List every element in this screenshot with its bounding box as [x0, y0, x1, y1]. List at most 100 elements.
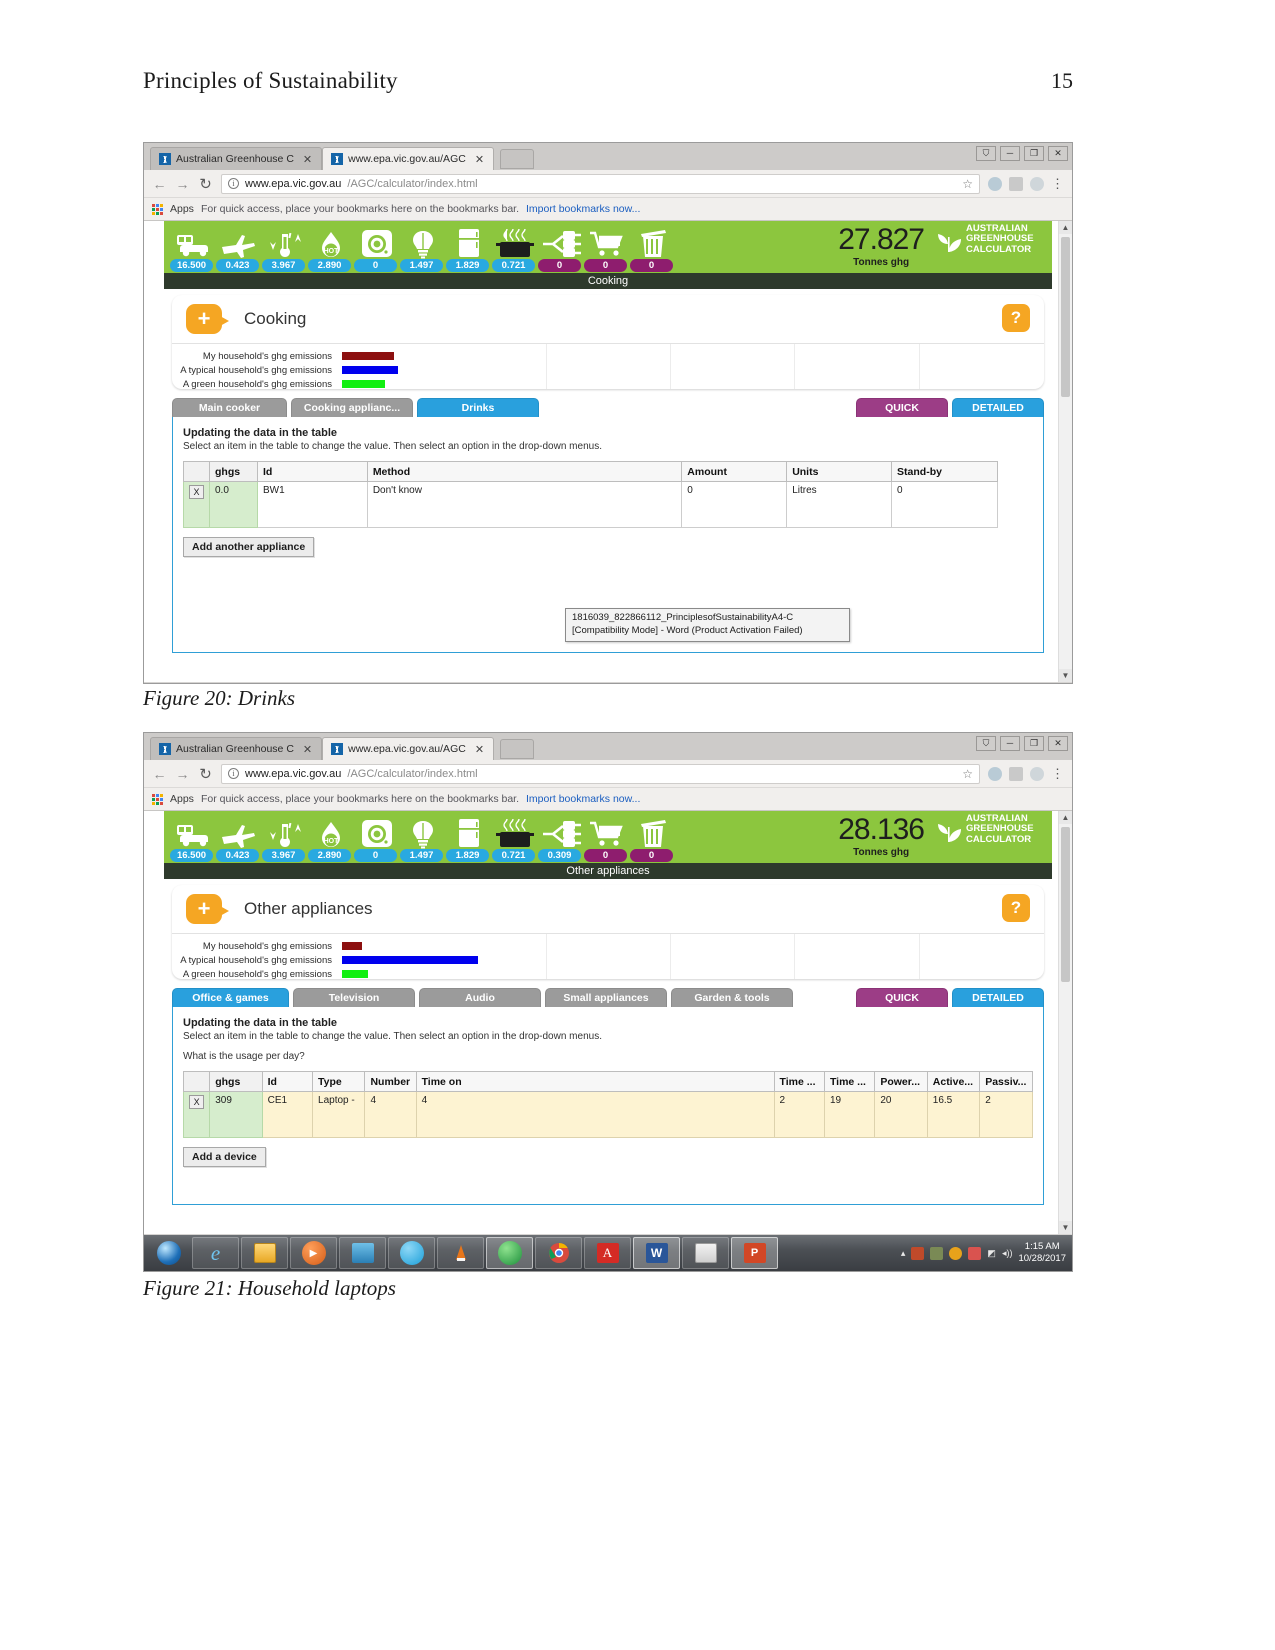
tray-icon-1[interactable] [911, 1246, 925, 1260]
extension-icon-1[interactable] [988, 766, 1002, 781]
tray-icon-3[interactable] [949, 1246, 963, 1260]
cell-standby[interactable]: 0 [891, 481, 998, 528]
extension-icon-1[interactable] [988, 176, 1002, 191]
extension-icon-3[interactable] [1030, 766, 1044, 781]
vlc-icon[interactable] [437, 1237, 484, 1269]
chrome-icon[interactable] [535, 1237, 582, 1269]
site-info-icon[interactable]: i [228, 178, 239, 189]
minimize-button[interactable]: ─ [1000, 146, 1020, 161]
cell-active[interactable]: 16.5 [926, 1091, 981, 1138]
chrome-menu-icon[interactable]: ⋮ [1051, 766, 1064, 782]
vertical-scrollbar[interactable]: ▲ ▼ [1058, 811, 1072, 1234]
tray-icon-2[interactable] [930, 1246, 944, 1260]
maximize-button[interactable]: ❐ [1024, 736, 1044, 751]
scroll-down-arrow-icon[interactable]: ▼ [1059, 1221, 1072, 1234]
store-icon[interactable] [339, 1237, 386, 1269]
plane-icon[interactable] [216, 813, 262, 849]
reload-icon[interactable]: ↻ [198, 765, 213, 783]
cell-units[interactable]: Litres [786, 481, 893, 528]
new-tab-button[interactable] [500, 149, 535, 169]
cell-id[interactable]: CE1 [261, 1091, 314, 1138]
washing-machine-icon[interactable] [354, 223, 400, 259]
cell-number[interactable]: 4 [364, 1091, 417, 1138]
remove-row-button[interactable]: X [189, 485, 204, 499]
bookmark-star-icon[interactable]: ☆ [962, 177, 973, 191]
paint-icon[interactable] [682, 1237, 729, 1269]
close-button[interactable]: ✕ [1048, 146, 1068, 161]
network-icon[interactable]: ◩ [987, 1248, 996, 1259]
extension-icon-2[interactable] [1009, 176, 1023, 191]
remove-row-button[interactable]: X [189, 1095, 205, 1109]
car-icon[interactable] [170, 813, 216, 849]
close-icon[interactable]: ✕ [475, 743, 484, 756]
start-orb[interactable] [148, 1237, 190, 1269]
thermometer-icon[interactable] [262, 223, 308, 259]
thermometer-icon[interactable] [262, 813, 308, 849]
waste-bin-icon[interactable] [630, 813, 676, 849]
cell-time-on[interactable]: 4 [415, 1091, 775, 1138]
scrollbar-thumb[interactable] [1061, 827, 1070, 982]
account-icon[interactable]: ⛉ [976, 146, 996, 161]
waste-bin-icon[interactable] [630, 223, 676, 259]
tab-detailed[interactable]: DETAILED [952, 988, 1044, 1007]
browser-tab-1[interactable]: Australian Greenhouse C ✕ [150, 737, 323, 760]
tab-cooking-appliances[interactable]: Cooking applianc... [291, 398, 413, 417]
close-icon[interactable]: ✕ [303, 743, 312, 756]
apps-grid-icon[interactable] [152, 793, 163, 805]
acrobat-reader-icon[interactable]: A [584, 1237, 631, 1269]
tray-icon-4[interactable] [968, 1246, 982, 1260]
browser-tab-2[interactable]: www.epa.vic.gov.au/AGC ✕ [322, 737, 495, 760]
shopping-trolley-icon[interactable] [584, 813, 630, 849]
help-button[interactable]: ? [1002, 304, 1030, 332]
globe-browser-icon[interactable] [486, 1237, 533, 1269]
close-icon[interactable]: ✕ [303, 153, 312, 166]
hot-water-icon[interactable]: HOT [308, 813, 354, 849]
tab-main-cooker[interactable]: Main cooker [172, 398, 287, 417]
cell-type[interactable]: Laptop - [312, 1091, 366, 1138]
taskbar-clock[interactable]: 1:15 AM 10/28/2017 [1018, 1241, 1066, 1265]
tab-quick[interactable]: QUICK [856, 988, 948, 1007]
scroll-down-arrow-icon[interactable]: ▼ [1059, 669, 1072, 682]
tab-office-games[interactable]: Office & games [172, 988, 289, 1007]
table-row[interactable]: X 309 CE1 Laptop - 4 4 2 19 20 16.5 2 [182, 1091, 1033, 1138]
internet-explorer-icon[interactable]: e [192, 1237, 239, 1269]
apps-label[interactable]: Apps [170, 793, 194, 805]
address-bar[interactable]: i www.epa.vic.gov.au/AGC/calculator/inde… [221, 763, 980, 784]
lightbulb-icon[interactable] [400, 813, 446, 849]
tab-small-appliances[interactable]: Small appliances [545, 988, 667, 1007]
apps-label[interactable]: Apps [170, 203, 194, 215]
remove-row-cell[interactable]: X [183, 481, 210, 528]
fridge-icon[interactable] [446, 223, 492, 259]
vertical-scrollbar[interactable]: ▲ ▼ [1058, 221, 1072, 682]
bookmark-star-icon[interactable]: ☆ [962, 767, 973, 781]
volume-icon[interactable]: ◂)) [1002, 1248, 1013, 1259]
shopping-trolley-icon[interactable] [584, 223, 630, 259]
drinks-table[interactable]: ghgs Id Method Amount Units Stand-by X 0… [183, 461, 998, 528]
cooking-pot-icon[interactable] [492, 223, 538, 259]
plane-icon[interactable] [216, 223, 262, 259]
browser-tab-1[interactable]: Australian Greenhouse C ✕ [150, 147, 323, 170]
tray-expand-icon[interactable]: ▴ [901, 1248, 906, 1259]
expand-plus-button[interactable]: + [186, 304, 229, 334]
account-icon[interactable]: ⛉ [976, 736, 996, 751]
minimize-button[interactable]: ─ [1000, 736, 1020, 751]
cell-method[interactable]: Don't know [366, 481, 683, 528]
cell-time-2[interactable]: 19 [823, 1091, 876, 1138]
back-icon[interactable]: ← [152, 766, 167, 782]
help-button[interactable]: ? [1002, 894, 1030, 922]
address-bar[interactable]: i www.epa.vic.gov.au/AGC/calculator/inde… [221, 173, 980, 194]
close-button[interactable]: ✕ [1048, 736, 1068, 751]
fridge-icon[interactable] [446, 813, 492, 849]
skype-icon[interactable] [388, 1237, 435, 1269]
cell-time-1[interactable]: 2 [773, 1091, 825, 1138]
tab-garden-tools[interactable]: Garden & tools [671, 988, 793, 1007]
remove-row-cell[interactable]: X [182, 1091, 211, 1138]
car-icon[interactable] [170, 223, 216, 259]
cooking-pot-icon[interactable] [492, 813, 538, 849]
extension-icon-2[interactable] [1009, 766, 1023, 781]
washing-machine-icon[interactable] [354, 813, 400, 849]
file-explorer-icon[interactable] [241, 1237, 288, 1269]
cell-amount[interactable]: 0 [681, 481, 788, 528]
maximize-button[interactable]: ❐ [1024, 146, 1044, 161]
scroll-up-arrow-icon[interactable]: ▲ [1059, 811, 1072, 824]
